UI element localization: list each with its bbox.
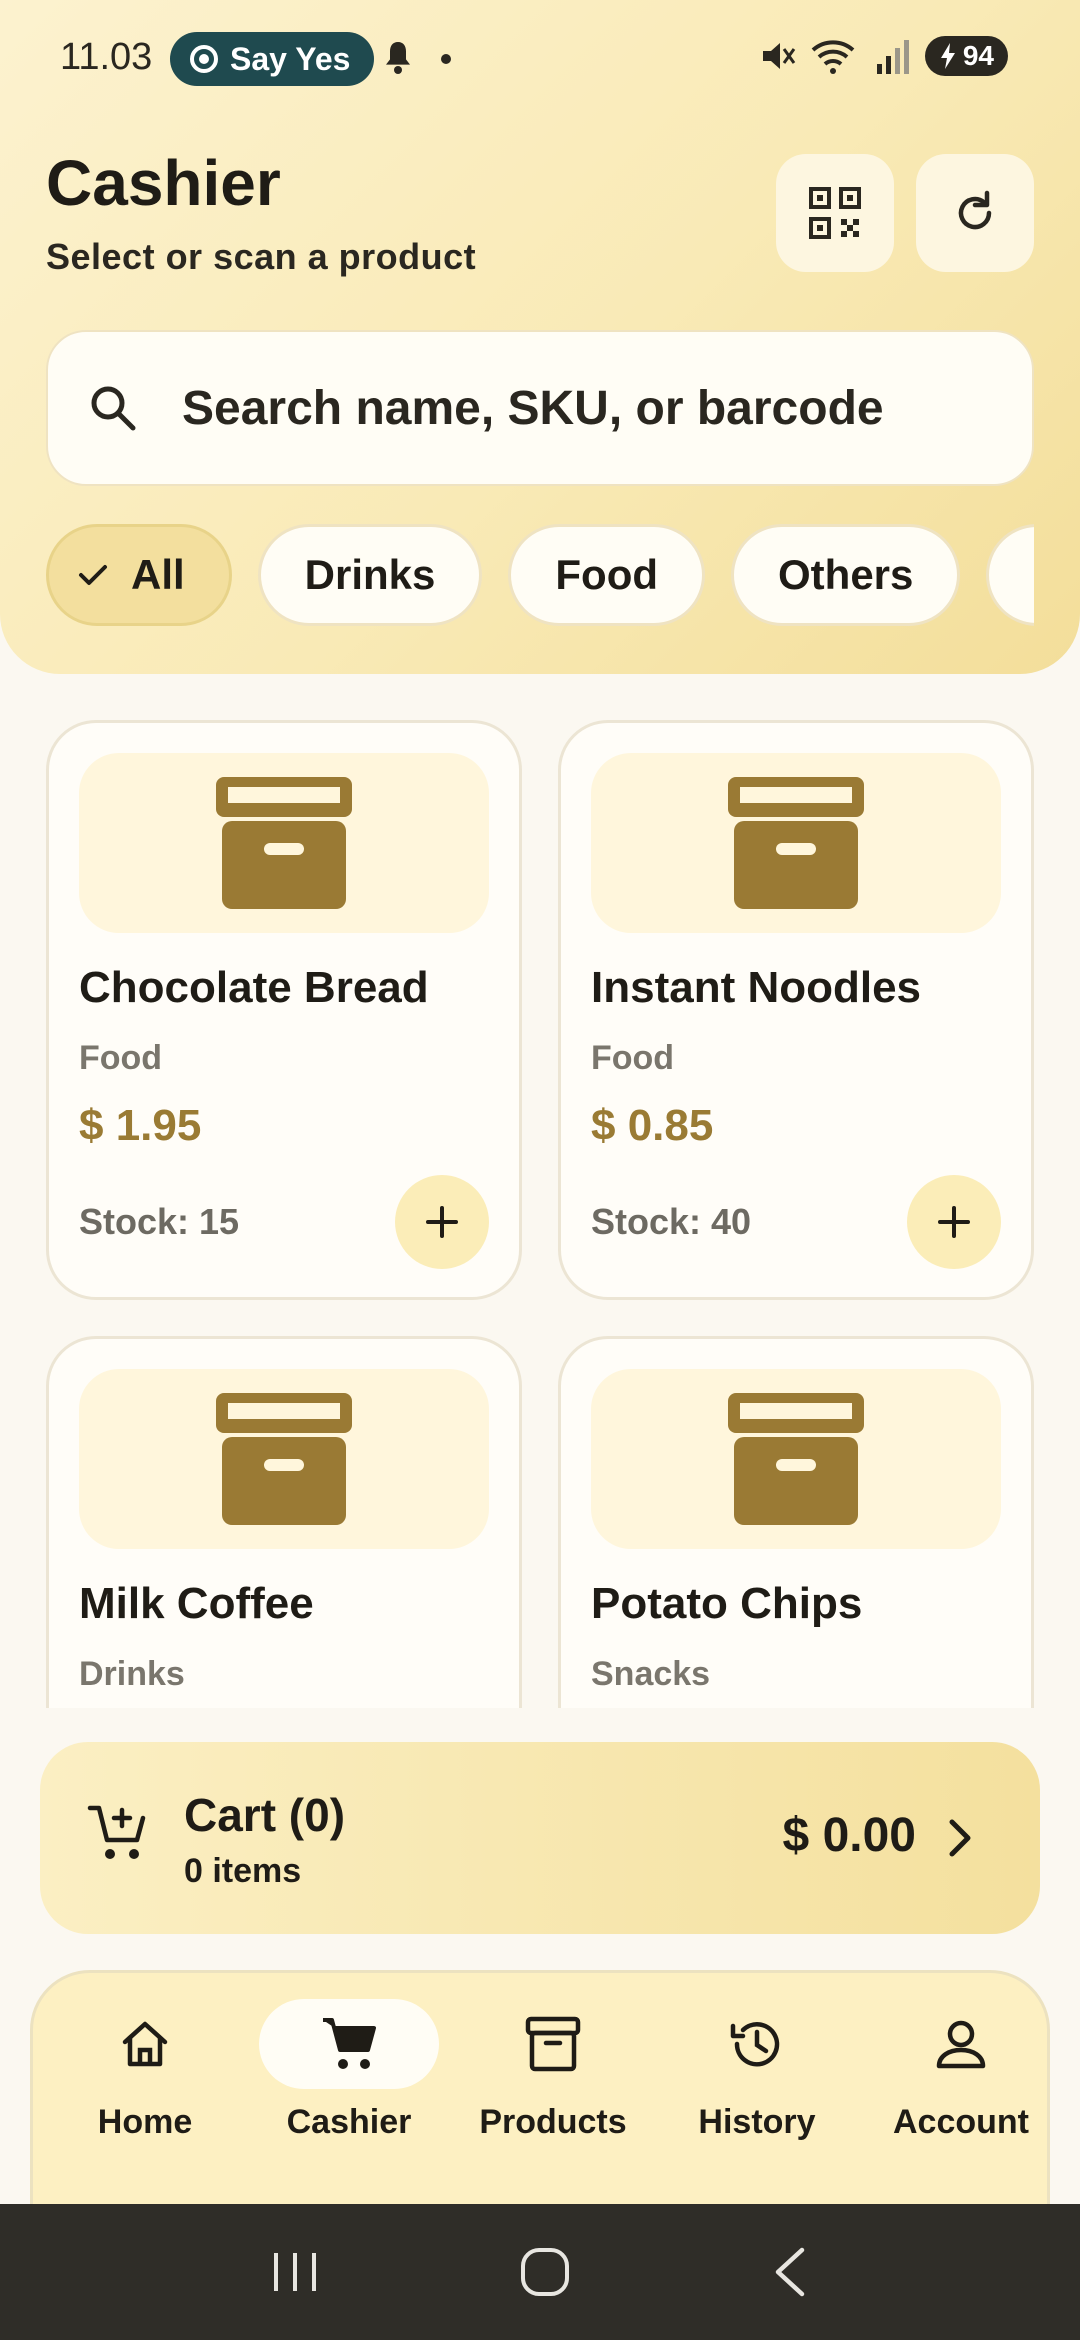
product-card[interactable]: Potato Chips Snacks (558, 1336, 1034, 1708)
filter-chip-others[interactable]: Others (731, 524, 961, 626)
chevron-right-icon (949, 1819, 971, 1857)
product-price: $ 0.85 (591, 1101, 714, 1150)
product-name: Chocolate Bread (79, 963, 429, 1012)
product-name: Potato Chips (591, 1579, 863, 1628)
filter-chip-food[interactable]: Food (508, 524, 706, 626)
add-to-cart-button[interactable] (907, 1175, 1001, 1269)
nav-icon-container (667, 1999, 847, 2089)
product-thumbnail (79, 1369, 489, 1549)
archive-icon (525, 2016, 581, 2072)
category-filter-chips: All Drinks Food Others S (46, 524, 1034, 628)
product-category: Drinks (79, 1655, 185, 1693)
bell-icon (386, 42, 410, 74)
nav-item-products[interactable]: Products (441, 1973, 645, 2173)
search-input[interactable] (182, 380, 982, 436)
nav-item-home[interactable]: Home (33, 1973, 237, 2173)
archive-box-icon (728, 1393, 864, 1525)
search-icon (91, 386, 136, 431)
product-name: Milk Coffee (79, 1579, 314, 1628)
product-thumbnail (591, 1369, 1001, 1549)
cart-title: Cart (0) (184, 1789, 346, 1841)
app-root: 11.03 Say Yes 94 Cashier Select or scan … (0, 0, 1080, 2340)
mute-icon (762, 43, 796, 69)
status-time: 11.03 (60, 36, 153, 78)
system-navigation-bar (0, 2204, 1080, 2340)
nav-label: History (698, 2103, 816, 2141)
scan-qr-button[interactable] (776, 154, 894, 272)
nav-icon-container (463, 1999, 643, 2089)
home-icon (122, 2021, 168, 2067)
nav-item-history[interactable]: History (645, 1973, 849, 2173)
product-card[interactable]: Chocolate Bread Food $ 1.95 Stock: 15 (46, 720, 522, 1300)
filter-chip-snacks[interactable]: S (986, 524, 1034, 626)
page-subtitle: Select or scan a product (46, 236, 477, 277)
archive-box-icon (728, 777, 864, 909)
battery-level: 94 (962, 40, 994, 71)
product-stock: Stock: 15 (79, 1201, 240, 1242)
product-thumbnail (591, 753, 1001, 933)
notification-dot (441, 54, 451, 64)
nav-item-account[interactable]: Account (849, 1973, 1053, 2173)
record-icon (190, 45, 218, 73)
history-icon (730, 2022, 780, 2067)
filter-chip-all[interactable]: All (46, 524, 232, 626)
signal-icon (876, 40, 909, 74)
archive-box-icon (216, 1393, 352, 1525)
battery-indicator: 94 (924, 36, 1008, 76)
recent-apps-icon[interactable] (270, 2249, 320, 2295)
back-icon[interactable] (770, 2246, 810, 2298)
nav-icon-container (55, 1999, 235, 2089)
cart-item-count: 0 items (184, 1852, 302, 1890)
charging-icon (940, 43, 955, 69)
nav-label: Cashier (286, 2103, 412, 2141)
check-icon (79, 565, 107, 585)
archive-box-icon (216, 777, 352, 909)
status-indicators: 94 (757, 36, 1008, 76)
plus-icon (426, 1206, 458, 1238)
nav-label: Account (893, 2103, 1029, 2141)
nav-icon-container (871, 1999, 1051, 2089)
nav-item-cashier[interactable]: Cashier (237, 1973, 441, 2173)
nav-icon-container (259, 1999, 439, 2089)
search-bar[interactable] (46, 330, 1034, 486)
person-icon (936, 2020, 986, 2069)
product-category: Snacks (591, 1655, 711, 1693)
cart-icon (323, 2018, 376, 2069)
filter-chip-label: Others (778, 551, 914, 598)
cart-total: $ 0.00 (782, 1809, 916, 1862)
plus-icon (938, 1206, 970, 1238)
product-stock: Stock: 40 (591, 1201, 752, 1242)
product-price: $ 1.95 (79, 1101, 202, 1150)
wifi-icon (811, 40, 855, 74)
qr-code-icon (809, 187, 861, 239)
filter-chip-label: All (131, 551, 185, 598)
product-grid: Chocolate Bread Food $ 1.95 Stock: 15 In… (0, 700, 1080, 1708)
refresh-icon (958, 190, 992, 230)
filter-chip-label: Food (555, 551, 659, 598)
page-title: Cashier (46, 147, 281, 219)
product-category: Food (591, 1039, 675, 1077)
nav-label: Home (97, 2103, 193, 2141)
add-to-cart-button[interactable] (395, 1175, 489, 1269)
cart-summary-button[interactable]: Cart (0) 0 items $ 0.00 (40, 1742, 1040, 1934)
add-shopping-cart-icon (87, 1805, 146, 1859)
status-bar: 11.03 Say Yes 94 (0, 0, 1080, 120)
notification-pill-label: Say Yes (230, 40, 351, 77)
filter-chip-drinks[interactable]: Drinks (257, 524, 483, 626)
notification-pill[interactable]: Say Yes (170, 32, 375, 86)
refresh-button[interactable] (916, 154, 1034, 272)
product-card[interactable]: Instant Noodles Food $ 0.85 Stock: 40 (558, 720, 1034, 1300)
product-category: Food (79, 1039, 163, 1077)
product-card[interactable]: Milk Coffee Drinks (46, 1336, 522, 1708)
filter-chip-label: Drinks (304, 551, 436, 598)
nav-label: Products (479, 2103, 627, 2141)
filter-chip-label: S (1033, 551, 1034, 599)
product-name: Instant Noodles (591, 963, 922, 1012)
product-thumbnail (79, 753, 489, 933)
home-button-icon[interactable] (519, 2246, 571, 2298)
